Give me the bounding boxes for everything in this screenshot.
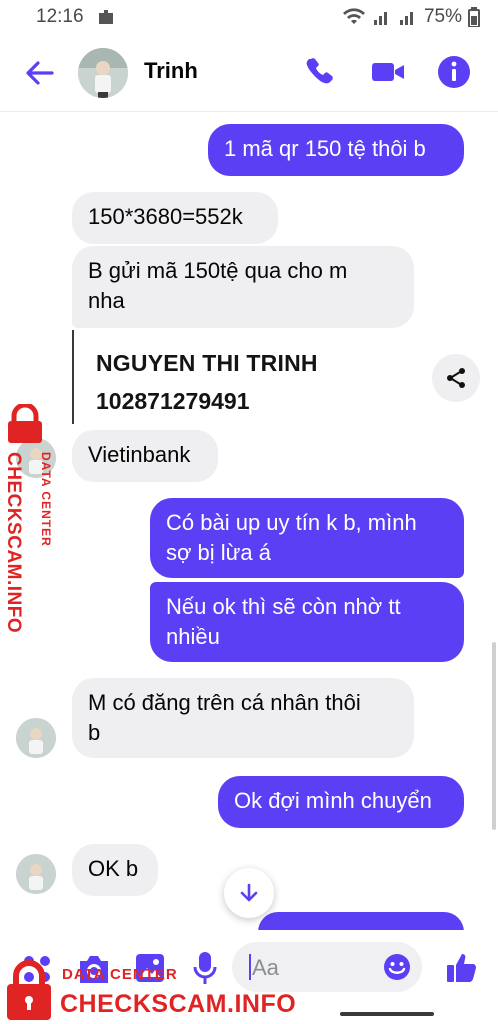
share-icon [447, 368, 465, 388]
message-outgoing[interactable]: Nếu ok thì sẽ còn nhờ tt nhiều [150, 582, 464, 662]
watermark-side: DATA CENTER CHECKSCAM.INFO [2, 404, 58, 654]
message-outgoing[interactable]: Có bài up uy tín k b, mình sợ bị lừa á [150, 498, 464, 578]
notification-icon [98, 10, 113, 24]
signal-icon [373, 12, 387, 25]
lock-icon [8, 404, 42, 443]
message-incoming[interactable]: OK b [72, 844, 158, 896]
status-bar: 12:16 75% [0, 0, 498, 34]
scrollbar[interactable] [492, 642, 496, 830]
wifi-icon [342, 8, 365, 24]
status-time: 12:16 [36, 6, 84, 27]
lock-icon [7, 960, 51, 1020]
message-incoming[interactable]: M có đăng trên cá nhân thôi b [72, 678, 414, 758]
contact-name[interactable]: Trinh [144, 58, 198, 84]
contact-avatar-small[interactable] [16, 854, 56, 894]
contact-avatar-small[interactable] [16, 718, 56, 758]
battery-icon [468, 7, 480, 27]
svg-text:CHECKSCAM.INFO: CHECKSCAM.INFO [3, 452, 24, 633]
back-arrow-icon[interactable] [22, 56, 56, 90]
image-edge [84, 330, 284, 334]
battery-percent: 75% [423, 6, 462, 27]
message-incoming[interactable]: 150*3680=552k [72, 192, 278, 244]
watermark-bottom: DATA CENTER CHECKSCAM.INFO [0, 952, 300, 1024]
watermark-small-text: DATA CENTER [62, 966, 178, 983]
signal-icon-2 [399, 12, 413, 25]
image-attachment[interactable]: NGUYEN THI TRINH 102871279491 [72, 330, 402, 424]
message-incoming[interactable]: B gửi mã 150tệ qua cho m nha [72, 246, 414, 328]
arrow-down-icon [240, 883, 258, 902]
like-icon[interactable] [444, 950, 480, 986]
account-number-text: 102871279491 [96, 388, 250, 414]
message-outgoing[interactable]: Ok đợi mình chuyển [218, 776, 464, 828]
share-button[interactable] [432, 354, 480, 402]
messenger-screen: 12:16 75% Trinh 1 mã qr 150 tệ thôi b 15… [0, 0, 498, 1024]
account-name-text: NGUYEN THI TRINH [96, 350, 318, 376]
scroll-down-button[interactable] [224, 868, 274, 918]
contact-avatar[interactable] [78, 48, 128, 98]
info-icon[interactable] [436, 54, 472, 90]
phone-icon[interactable] [302, 54, 338, 90]
emoji-icon[interactable] [382, 952, 412, 982]
watermark-big-text: CHECKSCAM.INFO [60, 990, 297, 1018]
watermark-side-text: DATA CENTER CHECKSCAM.INFO [3, 452, 53, 633]
status-right: 75% [342, 6, 480, 28]
video-icon[interactable] [370, 54, 406, 90]
svg-text:DATA CENTER: DATA CENTER [39, 452, 53, 547]
message-outgoing[interactable]: 1 mã qr 150 tệ thôi b [208, 124, 464, 176]
conversation-header: Trinh [0, 34, 498, 112]
message-incoming[interactable]: Vietinbank [72, 430, 218, 482]
system-nav-handle[interactable] [340, 1012, 434, 1016]
